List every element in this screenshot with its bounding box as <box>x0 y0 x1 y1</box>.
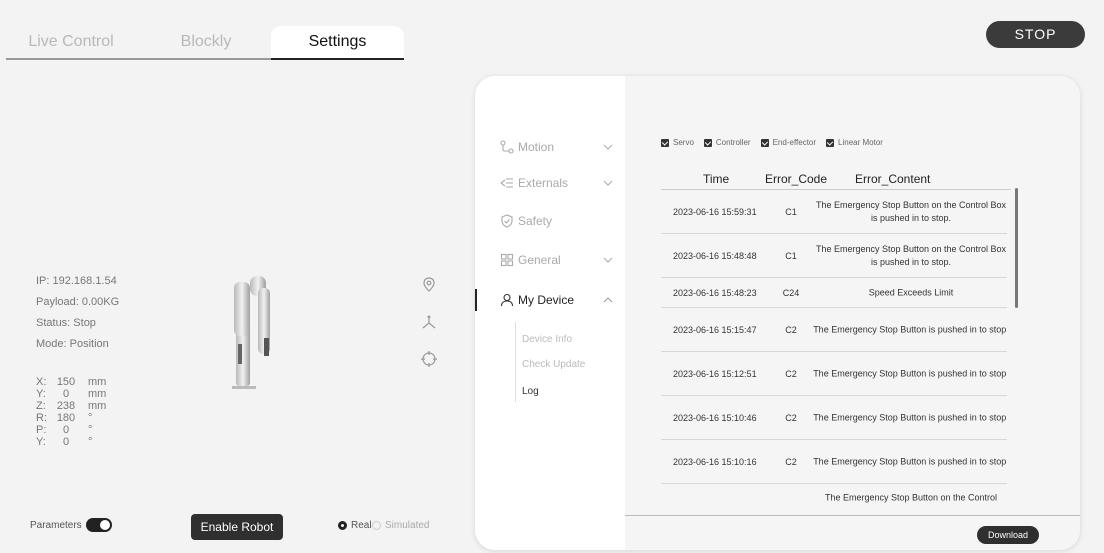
coord-r: R: 180 ° <box>36 412 93 424</box>
radio-real[interactable]: Real <box>338 520 372 531</box>
log-content: Servo Controller End-effector Linear Mot… <box>625 76 1080 550</box>
filter-end-effector[interactable]: End-effector <box>760 138 817 147</box>
download-button[interactable]: Download <box>977 526 1039 544</box>
table-row: 2023-06-16 15:10:46 C2 The Emergency Sto… <box>661 396 1007 440</box>
chevron-up-icon <box>603 297 613 303</box>
parameters-label: Parameters <box>30 520 82 531</box>
log-scrollbar[interactable] <box>1015 188 1018 308</box>
coord-yaw: Y: 0 ° <box>36 436 93 448</box>
table-row: 2023-06-16 15:48:23 C24 Speed Exceeds Li… <box>661 278 1007 308</box>
filter-end-effector-label: End-effector <box>772 138 817 147</box>
tab-settings[interactable]: Settings <box>271 26 404 60</box>
coord-p: P: 0 ° <box>36 424 93 436</box>
subnav-check-update[interactable]: Check Update <box>522 359 585 370</box>
robot-status: Status: Stop <box>36 317 96 329</box>
tab-blockly[interactable]: Blockly <box>141 26 271 60</box>
header-error-content: Error_Content <box>855 172 931 186</box>
location-pin-icon[interactable] <box>420 276 438 294</box>
filter-end-effector-checkbox[interactable] <box>760 138 769 147</box>
grid-icon <box>500 253 514 267</box>
filter-linear-motor-checkbox[interactable] <box>826 138 835 147</box>
settings-sidebar: Motion Externals Safety General My Devic… <box>475 76 625 550</box>
filter-servo[interactable]: Servo <box>661 138 694 147</box>
nav-my-device[interactable]: My Device <box>475 289 625 311</box>
submenu-guide-line <box>515 322 517 402</box>
nav-motion-label: Motion <box>518 140 555 154</box>
motion-icon <box>500 140 514 154</box>
settings-panel: Motion Externals Safety General My Devic… <box>475 76 1080 550</box>
table-row: 2023-06-16 15:12:51 C2 The Emergency Sto… <box>661 352 1007 396</box>
filter-controller-label: Controller <box>715 138 751 147</box>
log-table-header: Time Error_Code Error_Content <box>661 172 1011 190</box>
shield-icon <box>501 214 513 228</box>
table-row: 2023-06-16 15:15:47 C2 The Emergency Sto… <box>661 308 1007 352</box>
radio-real-dot <box>338 521 347 530</box>
crosshair-icon[interactable] <box>420 350 438 368</box>
chevron-down-icon <box>603 144 613 150</box>
robot-arm-model[interactable] <box>228 268 278 392</box>
robot-mode: Mode: Position <box>36 338 109 350</box>
tab-live-control[interactable]: Live Control <box>6 26 136 60</box>
parameters-toggle[interactable] <box>86 518 112 532</box>
tab-bar: Live Control Blockly Settings <box>6 26 404 60</box>
filter-linear-motor-label: Linear Motor <box>838 138 883 147</box>
app-root: Live Control Blockly Settings STOP IP: 1… <box>0 0 1104 553</box>
enable-robot-button[interactable]: Enable Robot <box>191 514 283 540</box>
radio-simulated-label: Simulated <box>385 520 430 531</box>
nav-safety-label: Safety <box>518 214 553 228</box>
footer-divider <box>625 515 1080 516</box>
nav-safety[interactable]: Safety <box>475 210 625 232</box>
table-row: The Emergency Stop Button on the Control <box>824 492 998 503</box>
table-row: 2023-06-16 15:48:48 C1 The Emergency Sto… <box>661 234 1007 278</box>
filter-servo-label: Servo <box>673 138 694 147</box>
externals-icon <box>500 178 513 188</box>
chevron-down-icon <box>603 180 613 186</box>
radio-simulated[interactable]: Simulated <box>372 520 429 531</box>
chevron-down-icon <box>603 257 613 263</box>
nav-my-device-label: My Device <box>518 293 575 307</box>
coord-z: Z: 238 mm <box>36 400 107 412</box>
nav-externals-label: Externals <box>518 176 569 190</box>
header-time: Time <box>703 172 730 186</box>
coord-y: Y: 0 mm <box>36 388 107 400</box>
coordinate-readout: X: 150 mm Y: 0 mm Z: 238 mm R: 180 ° P: … <box>36 376 106 448</box>
user-icon <box>500 293 514 307</box>
radio-real-label: Real <box>351 520 372 531</box>
header-error-code: Error_Code <box>765 172 828 186</box>
nav-general-label: General <box>518 253 561 267</box>
radio-simulated-dot <box>372 521 381 530</box>
axis-coordinate-icon[interactable] <box>420 314 438 332</box>
log-table-body[interactable]: 2023-06-16 15:59:31 C1 The Emergency Sto… <box>661 190 1007 504</box>
coord-x: X: 150 mm <box>36 376 107 388</box>
table-row: 2023-06-16 15:10:16 C2 The Emergency Sto… <box>661 440 1007 484</box>
log-filters: Servo Controller End-effector Linear Mot… <box>661 138 893 147</box>
robot-ip: IP: 192.168.1.54 <box>36 275 117 287</box>
robot-payload: Payload: 0.00KG <box>36 296 120 308</box>
nav-motion[interactable]: Motion <box>475 136 625 158</box>
filter-linear-motor[interactable]: Linear Motor <box>826 138 883 147</box>
stop-button[interactable]: STOP <box>986 21 1085 48</box>
filter-controller[interactable]: Controller <box>703 138 751 147</box>
filter-controller-checkbox[interactable] <box>703 138 712 147</box>
subnav-log[interactable]: Log <box>522 386 539 397</box>
nav-general[interactable]: General <box>475 249 625 271</box>
filter-servo-checkbox[interactable] <box>661 138 669 147</box>
table-row: 2023-06-16 15:59:31 C1 The Emergency Sto… <box>661 190 1007 234</box>
nav-externals[interactable]: Externals <box>475 172 625 194</box>
subnav-device-info[interactable]: Device Info <box>522 334 572 345</box>
